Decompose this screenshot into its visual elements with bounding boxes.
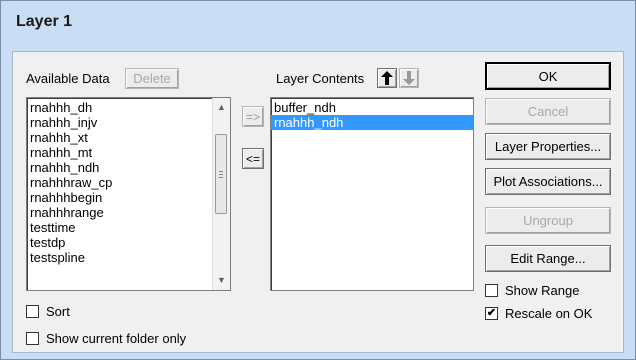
window-title: Layer 1 — [16, 13, 73, 30]
scroll-down-icon[interactable]: ▼ — [213, 272, 230, 289]
available-data-item[interactable]: rnahhh_dh — [27, 100, 230, 115]
available-data-item[interactable]: testtime — [27, 220, 230, 235]
available-data-item[interactable]: rnahhh_ndh — [27, 160, 230, 175]
available-data-item[interactable]: rnahhhraw_cp — [27, 175, 230, 190]
available-data-list[interactable]: rnahhh_dh rnahhh_injv rnahhh_xt rnahhh_mt rn… — [26, 97, 231, 291]
rescale-on-ok-label: Rescale on OK — [505, 306, 593, 321]
sort-checkbox-box[interactable] — [26, 305, 39, 318]
add-to-layer-button[interactable]: => — [242, 106, 264, 127]
cancel-button[interactable]: Cancel — [485, 98, 611, 125]
layer-contents-item[interactable]: rnahhh_ndh — [271, 115, 473, 130]
rescale-on-ok-checkbox[interactable]: ✔ Rescale on OK — [485, 306, 592, 321]
show-range-checkbox[interactable]: Show Range — [485, 283, 579, 298]
layer-properties-button[interactable]: Layer Properties... — [485, 133, 611, 160]
available-data-item[interactable]: rnahhh_mt — [27, 145, 230, 160]
move-down-button[interactable] — [399, 68, 419, 88]
available-data-item[interactable]: rnahhhbegin — [27, 190, 230, 205]
sort-label: Sort — [46, 304, 70, 319]
scrollbar-thumb[interactable] — [215, 134, 227, 214]
available-data-item[interactable]: testspline — [27, 250, 230, 265]
layer-contents-list[interactable]: buffer_ndh rnahhh_ndh — [270, 97, 474, 291]
plot-associations-button[interactable]: Plot Associations... — [485, 168, 611, 195]
show-current-folder-checkbox[interactable]: Show current folder only — [26, 331, 186, 346]
edit-range-button[interactable]: Edit Range... — [485, 245, 611, 272]
rescale-on-ok-box[interactable]: ✔ — [485, 307, 498, 320]
available-data-item[interactable]: testdp — [27, 235, 230, 250]
ok-button[interactable]: OK — [485, 62, 611, 90]
arrow-up-icon — [381, 71, 393, 85]
show-current-folder-label: Show current folder only — [46, 331, 187, 346]
move-up-button[interactable] — [377, 68, 397, 88]
show-current-folder-box[interactable] — [26, 332, 39, 345]
arrow-down-icon — [403, 71, 415, 85]
layer-dialog: Layer 1 Available Data Delete rnahhh_dh r… — [0, 0, 636, 360]
delete-button[interactable]: Delete — [125, 68, 179, 89]
available-data-item[interactable]: rnahhhrange — [27, 205, 230, 220]
layer-contents-item[interactable]: buffer_ndh — [271, 100, 473, 115]
sort-checkbox[interactable]: Sort — [26, 304, 70, 319]
remove-from-layer-button[interactable]: <= — [242, 148, 264, 169]
available-data-scrollbar[interactable]: ▲ ▼ — [212, 98, 230, 290]
dialog-client-area: Available Data Delete rnahhh_dh rnahhh_in… — [12, 51, 624, 353]
title-bar[interactable]: Layer 1 — [1, 1, 635, 51]
layer-contents-label: Layer Contents — [276, 71, 365, 86]
scroll-up-icon[interactable]: ▲ — [213, 99, 230, 116]
checkmark-icon: ✔ — [486, 307, 497, 319]
available-data-item[interactable]: rnahhh_injv — [27, 115, 230, 130]
show-range-box[interactable] — [485, 284, 498, 297]
available-data-label: Available Data — [26, 71, 110, 86]
show-range-label: Show Range — [505, 283, 580, 298]
available-data-item[interactable]: rnahhh_xt — [27, 130, 230, 145]
ungroup-button[interactable]: Ungroup — [485, 207, 611, 234]
